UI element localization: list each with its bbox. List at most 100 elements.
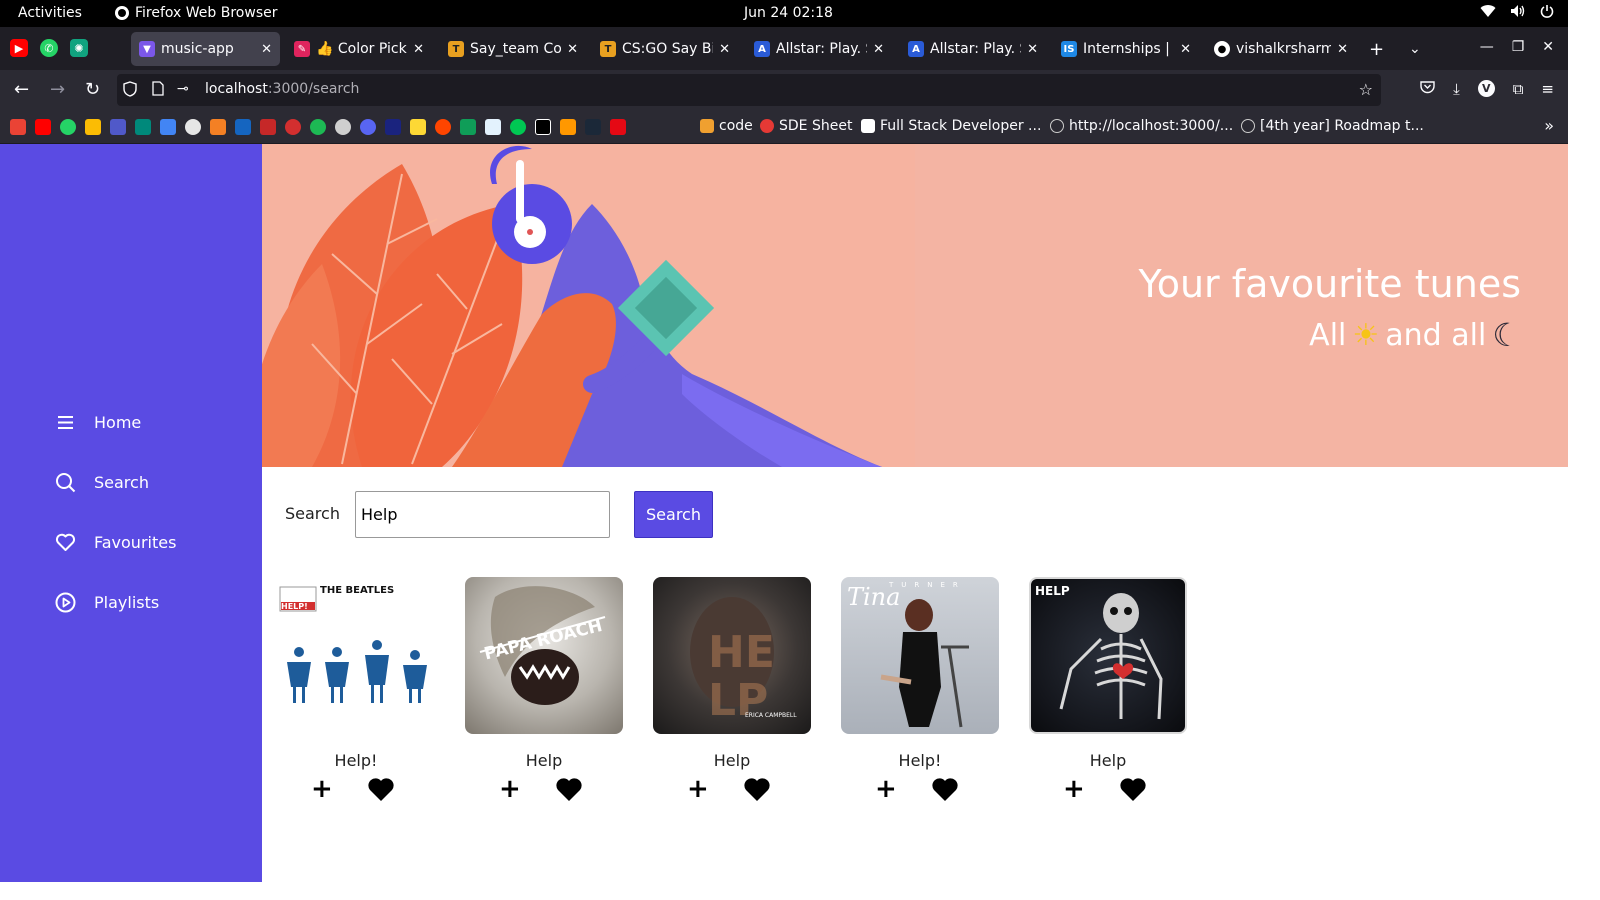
- tab-music-app[interactable]: ▼ music-app ✕: [131, 32, 280, 66]
- song-card[interactable]: THE BEATLES HELP! Help! +: [277, 577, 435, 804]
- heart-icon[interactable]: [367, 776, 395, 802]
- heart-icon[interactable]: [555, 776, 583, 802]
- album-cover[interactable]: Tina TURNER: [841, 577, 999, 734]
- sheets-icon[interactable]: [460, 119, 476, 135]
- arc-icon[interactable]: [285, 119, 301, 135]
- triangle-icon[interactable]: [535, 119, 551, 135]
- add-to-playlist-icon[interactable]: +: [311, 774, 333, 804]
- more-bookmarks-icon[interactable]: »: [1544, 116, 1554, 135]
- list-tabs-icon[interactable]: ⌄: [1409, 41, 1421, 57]
- bookmark-code[interactable]: code: [700, 118, 753, 134]
- tab-say-team[interactable]: T Say_team Com ✕: [440, 32, 586, 66]
- url-text[interactable]: localhost:3000/search: [205, 81, 359, 97]
- album-cover[interactable]: HE LP ERICA CAMPBELL: [653, 577, 811, 734]
- sidebar-item-home[interactable]: Home: [55, 412, 141, 433]
- clock[interactable]: Jun 24 02:18: [744, 5, 833, 21]
- song-card[interactable]: HELP Help +: [1029, 577, 1187, 804]
- song-card[interactable]: HE LP ERICA CAMPBELL Help +: [653, 577, 811, 804]
- heart-icon[interactable]: [931, 776, 959, 802]
- gmail-icon[interactable]: [10, 119, 26, 135]
- bookmark-roadmap[interactable]: [4th year] Roadmap t...: [1241, 118, 1424, 134]
- meet-icon[interactable]: [135, 119, 151, 135]
- new-tab-icon[interactable]: +: [1369, 39, 1384, 60]
- minimize-icon[interactable]: —: [1480, 39, 1494, 55]
- close-tab-icon[interactable]: ✕: [873, 42, 884, 57]
- account-avatar[interactable]: V: [1477, 80, 1495, 97]
- chatgpt-icon[interactable]: ✺: [70, 39, 88, 57]
- app-menu[interactable]: Firefox Web Browser: [115, 5, 278, 21]
- globe-icon[interactable]: [335, 119, 351, 135]
- shield-icon[interactable]: [123, 81, 137, 101]
- sidebar-item-favourites[interactable]: Favourites: [55, 532, 176, 553]
- bookmark-star-icon[interactable]: ☆: [1359, 80, 1373, 99]
- restore-icon[interactable]: ❐: [1512, 39, 1525, 55]
- tab-color-picker[interactable]: ✎ 👍 Color Picker ✕: [286, 32, 432, 66]
- back-icon[interactable]: ←: [14, 79, 29, 100]
- github-icon[interactable]: [185, 119, 201, 135]
- docs-icon[interactable]: [160, 119, 176, 135]
- tab-csgo[interactable]: T CS:GO Say Binc ✕: [592, 32, 738, 66]
- sidebar-item-label: Search: [94, 473, 149, 492]
- close-tab-icon[interactable]: ✕: [567, 42, 578, 57]
- youtube-icon[interactable]: ▶: [10, 39, 28, 57]
- heart-icon[interactable]: [743, 776, 771, 802]
- album-cover[interactable]: HELP: [1029, 577, 1187, 734]
- reddit-icon[interactable]: [435, 119, 451, 135]
- menu-icon[interactable]: ≡: [1541, 80, 1554, 98]
- close-tab-icon[interactable]: ✕: [261, 42, 272, 57]
- stackoverflow-icon[interactable]: [210, 119, 226, 135]
- url-bar[interactable]: ⊸ localhost:3000/search ☆: [117, 74, 1381, 106]
- add-to-playlist-icon[interactable]: +: [1063, 774, 1085, 804]
- drive-icon[interactable]: [85, 119, 101, 135]
- close-tab-icon[interactable]: ✕: [1180, 42, 1191, 57]
- activities-button[interactable]: Activities: [18, 5, 82, 21]
- close-tab-icon[interactable]: ✕: [719, 42, 730, 57]
- netflix-icon[interactable]: [610, 119, 626, 135]
- leaf-icon[interactable]: [510, 119, 526, 135]
- song-card[interactable]: PAPA ROACH Help +: [465, 577, 623, 804]
- youtube-icon[interactable]: [35, 119, 51, 135]
- bookmark-fullstack[interactable]: Full Stack Developer ...: [861, 118, 1041, 134]
- add-to-playlist-icon[interactable]: +: [875, 774, 897, 804]
- reload-icon[interactable]: ↻: [85, 79, 100, 100]
- pt-icon[interactable]: [235, 119, 251, 135]
- song-card[interactable]: Tina TURNER Help! +: [841, 577, 999, 804]
- tab-github[interactable]: ● vishalkrsharma ✕: [1206, 32, 1356, 66]
- heart-icon[interactable]: [1119, 776, 1147, 802]
- stack-icon[interactable]: [560, 119, 576, 135]
- forward-icon[interactable]: →: [50, 79, 65, 100]
- extensions-icon[interactable]: ⧉: [1513, 80, 1524, 98]
- shield-red-icon[interactable]: [260, 119, 276, 135]
- add-to-playlist-icon[interactable]: +: [499, 774, 521, 804]
- whatsapp-icon[interactable]: [60, 119, 76, 135]
- downloads-icon[interactable]: ⤓: [1453, 80, 1460, 98]
- sidebar-item-playlists[interactable]: Playlists: [55, 592, 159, 613]
- bookmark-sde-sheet[interactable]: SDE Sheet: [760, 118, 852, 134]
- bookmark-localhost[interactable]: http://localhost:3000/...: [1050, 118, 1233, 134]
- close-window-icon[interactable]: ✕: [1542, 39, 1554, 55]
- album-cover[interactable]: THE BEATLES HELP!: [277, 577, 435, 734]
- tab-allstar-1[interactable]: A Allstar: Play. Sh ✕: [746, 32, 892, 66]
- sidebar-item-search[interactable]: Search: [55, 472, 149, 493]
- spotify-icon[interactable]: [310, 119, 326, 135]
- bookmark-yellow-icon[interactable]: [410, 119, 426, 135]
- key-icon[interactable]: ⊸: [177, 81, 189, 97]
- pocket-icon[interactable]: [1420, 80, 1435, 98]
- teams-icon[interactable]: [110, 119, 126, 135]
- discord-icon[interactable]: [360, 119, 376, 135]
- tab-internships[interactable]: IS Internships | St ✕: [1053, 32, 1199, 66]
- close-tab-icon[interactable]: ✕: [1027, 42, 1038, 57]
- system-tray[interactable]: [1480, 4, 1554, 22]
- album-cover[interactable]: PAPA ROACH: [465, 577, 623, 734]
- add-to-playlist-icon[interactable]: +: [687, 774, 709, 804]
- steam-icon[interactable]: [585, 119, 601, 135]
- whatsapp-icon[interactable]: ✆: [40, 39, 58, 57]
- tab-allstar-2[interactable]: A Allstar: Play. Sh ✕: [900, 32, 1046, 66]
- page-icon[interactable]: [152, 81, 164, 100]
- pen-icon[interactable]: [485, 119, 501, 135]
- search-input[interactable]: [355, 491, 610, 538]
- close-tab-icon[interactable]: ✕: [1337, 42, 1348, 57]
- ah-icon[interactable]: [385, 119, 401, 135]
- close-tab-icon[interactable]: ✕: [413, 42, 424, 57]
- search-button[interactable]: Search: [634, 491, 713, 538]
